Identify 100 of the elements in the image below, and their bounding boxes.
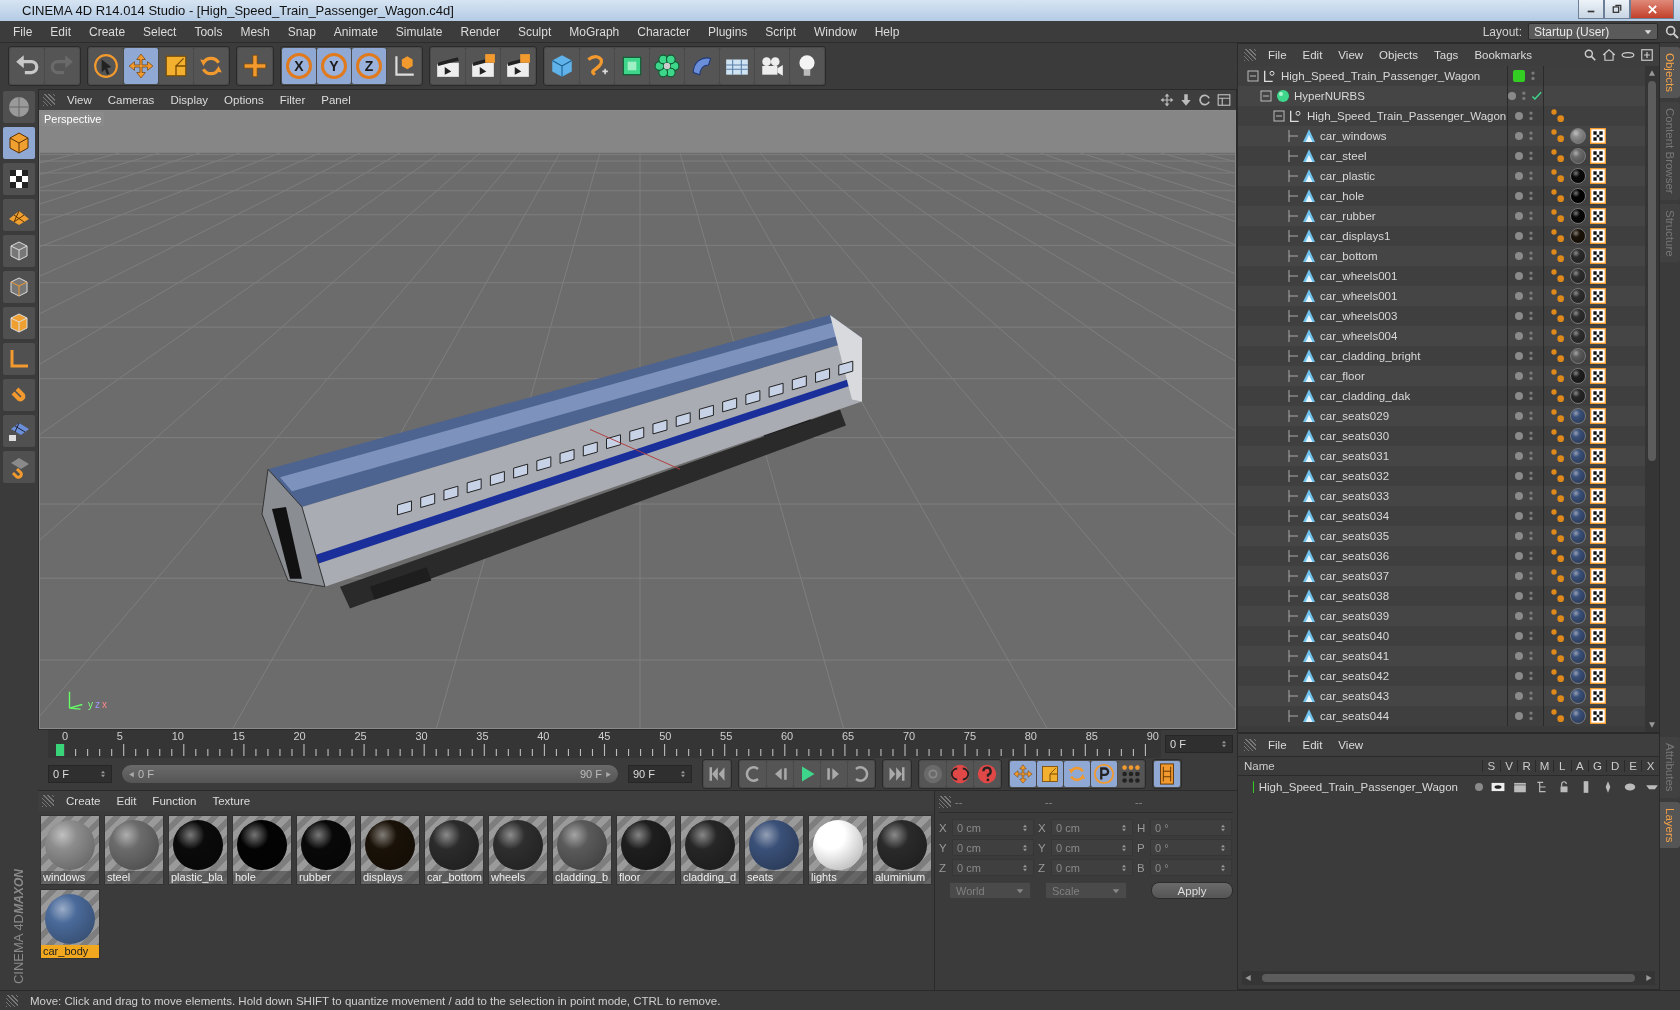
column-header[interactable]: G (1588, 760, 1606, 772)
scale-button[interactable] (1037, 761, 1063, 787)
visibility-dot[interactable] (1515, 152, 1523, 160)
menu-item[interactable]: Tools (185, 24, 232, 39)
workplane-mode-button[interactable] (3, 199, 35, 231)
start-frame-field[interactable]: 0 F (48, 765, 112, 783)
material-tag-icon[interactable] (1570, 208, 1586, 224)
object-name[interactable]: car_wheels004 (1320, 330, 1398, 342)
array-tool-button[interactable] (650, 48, 684, 84)
camera-tool-button[interactable] (755, 48, 789, 84)
visibility-dot[interactable] (1515, 592, 1523, 600)
object-name[interactable]: car_seats033 (1320, 490, 1390, 502)
material-tag-icon[interactable] (1570, 568, 1586, 584)
visibility-dot[interactable] (1515, 432, 1523, 440)
object-row[interactable]: High_Speed_Train_Passenger_Wagon (1238, 106, 1645, 126)
object-row[interactable]: car_rubber (1238, 206, 1645, 226)
object-name[interactable]: car_seats030 (1320, 430, 1390, 442)
column-header[interactable]: L (1552, 760, 1571, 772)
object-name[interactable]: High_Speed_Train_Passenger_Wagon (1281, 70, 1481, 82)
vertical-scrollbar[interactable] (1645, 66, 1659, 732)
magnet-mode-button[interactable] (3, 379, 35, 411)
help-button[interactable] (974, 761, 1000, 787)
object-row[interactable]: car_seats044 (1238, 706, 1645, 726)
visibility-dot[interactable] (1515, 312, 1523, 320)
column-header[interactable]: R (1517, 760, 1536, 772)
object-row[interactable]: car_plastic (1238, 166, 1645, 186)
object-row[interactable]: car_bottom (1238, 246, 1645, 266)
object-row[interactable]: car_seats034 (1238, 506, 1645, 526)
maximize-button[interactable] (1604, 0, 1630, 19)
visibility-dot[interactable] (1515, 492, 1523, 500)
object-name[interactable]: car_cladding_bright (1320, 350, 1421, 362)
object-mode-button[interactable] (3, 127, 35, 159)
object-name[interactable]: car_cladding_dak (1320, 390, 1411, 402)
move-button[interactable] (1010, 761, 1036, 787)
object-name[interactable]: car_seats042 (1320, 670, 1390, 682)
grip-handle-icon[interactable] (6, 994, 18, 1007)
material-tag-icon[interactable] (1570, 268, 1586, 284)
visibility-dot[interactable] (1515, 252, 1523, 260)
param-button[interactable] (1091, 761, 1117, 787)
layer-menu-item[interactable]: View (1330, 739, 1372, 751)
material-tag-icon[interactable] (1570, 468, 1586, 484)
column-header[interactable]: D (1605, 760, 1624, 772)
select-tool-button[interactable] (89, 48, 123, 84)
column-header[interactable]: X (1641, 760, 1660, 772)
menu-item[interactable]: Help (865, 24, 909, 39)
material-tag-icon[interactable] (1570, 708, 1586, 724)
end-frame-field[interactable]: 90 F (628, 765, 692, 783)
object-name[interactable]: car_floor (1320, 370, 1365, 382)
light-tool-button[interactable] (790, 48, 824, 84)
scale-tool-button[interactable] (159, 48, 193, 84)
object-name[interactable]: car_seats038 (1320, 590, 1390, 602)
object-name[interactable]: car_seats039 (1320, 610, 1390, 622)
visibility-dot[interactable] (1515, 332, 1523, 340)
deformer-tool-button[interactable] (685, 48, 719, 84)
nurbs-tool-button[interactable] (615, 48, 649, 84)
visibility-dot[interactable] (1515, 412, 1523, 420)
menu-item[interactable]: Render (451, 24, 509, 39)
viewport-menu-item[interactable]: Panel (313, 94, 359, 106)
visibility-dot[interactable] (1515, 372, 1523, 380)
material-tag-icon[interactable] (1570, 628, 1586, 644)
object-row[interactable]: car_seats029 (1238, 406, 1645, 426)
visibility-dot[interactable] (1515, 352, 1523, 360)
object-row[interactable]: car_seats033 (1238, 486, 1645, 506)
visibility-dot[interactable] (1515, 672, 1523, 680)
render-view-tool-button[interactable] (431, 48, 465, 84)
render-picture-tool-button[interactable] (466, 48, 500, 84)
object-name[interactable]: car_seats034 (1320, 510, 1390, 522)
menu-item[interactable]: Sculpt (508, 24, 561, 39)
object-name[interactable]: car_rubber (1320, 210, 1376, 222)
viewport-menu-item[interactable]: Filter (271, 94, 314, 106)
material-tag-icon[interactable] (1570, 308, 1586, 324)
next-frame-button[interactable] (821, 761, 847, 787)
object-name[interactable]: car_wheels001 (1320, 270, 1398, 282)
material-tag-icon[interactable] (1570, 248, 1586, 264)
locked-grid-mode-button[interactable] (3, 415, 35, 447)
object-name[interactable]: car_seats036 (1320, 550, 1390, 562)
layer-row[interactable]: High_Speed_Train_Passenger_Wagon (1238, 776, 1659, 798)
object-row[interactable]: car_wheels001 (1238, 286, 1645, 306)
object-row[interactable]: car_seats039 (1238, 606, 1645, 626)
visibility-dot[interactable] (1515, 632, 1523, 640)
material-menu-item[interactable]: Edit (108, 795, 145, 807)
grip-handle-icon[interactable] (43, 94, 55, 106)
axis-mode-mode-button[interactable] (3, 343, 35, 375)
object-row[interactable]: HyperNURBS (1238, 86, 1645, 106)
grip-handle-icon[interactable] (1244, 49, 1256, 61)
prev-key-button[interactable] (740, 761, 766, 787)
material-tag-icon[interactable] (1570, 668, 1586, 684)
material-menu-item[interactable]: Texture (204, 795, 259, 807)
visibility-dot[interactable] (1515, 512, 1523, 520)
material-tile[interactable]: plastic_bla (168, 815, 228, 885)
visibility-dot[interactable] (1515, 652, 1523, 660)
object-name[interactable]: car_seats032 (1320, 470, 1390, 482)
menu-item[interactable]: Character (628, 24, 699, 39)
material-tag-icon[interactable] (1570, 448, 1586, 464)
column-header[interactable]: Name (1238, 760, 1482, 772)
object-menu-item[interactable]: File (1260, 49, 1295, 61)
menu-item[interactable]: Window (805, 24, 866, 39)
viewport-menu-item[interactable]: Options (216, 94, 272, 106)
object-name[interactable]: car_seats040 (1320, 630, 1390, 642)
apply-button[interactable]: Apply (1151, 882, 1233, 899)
